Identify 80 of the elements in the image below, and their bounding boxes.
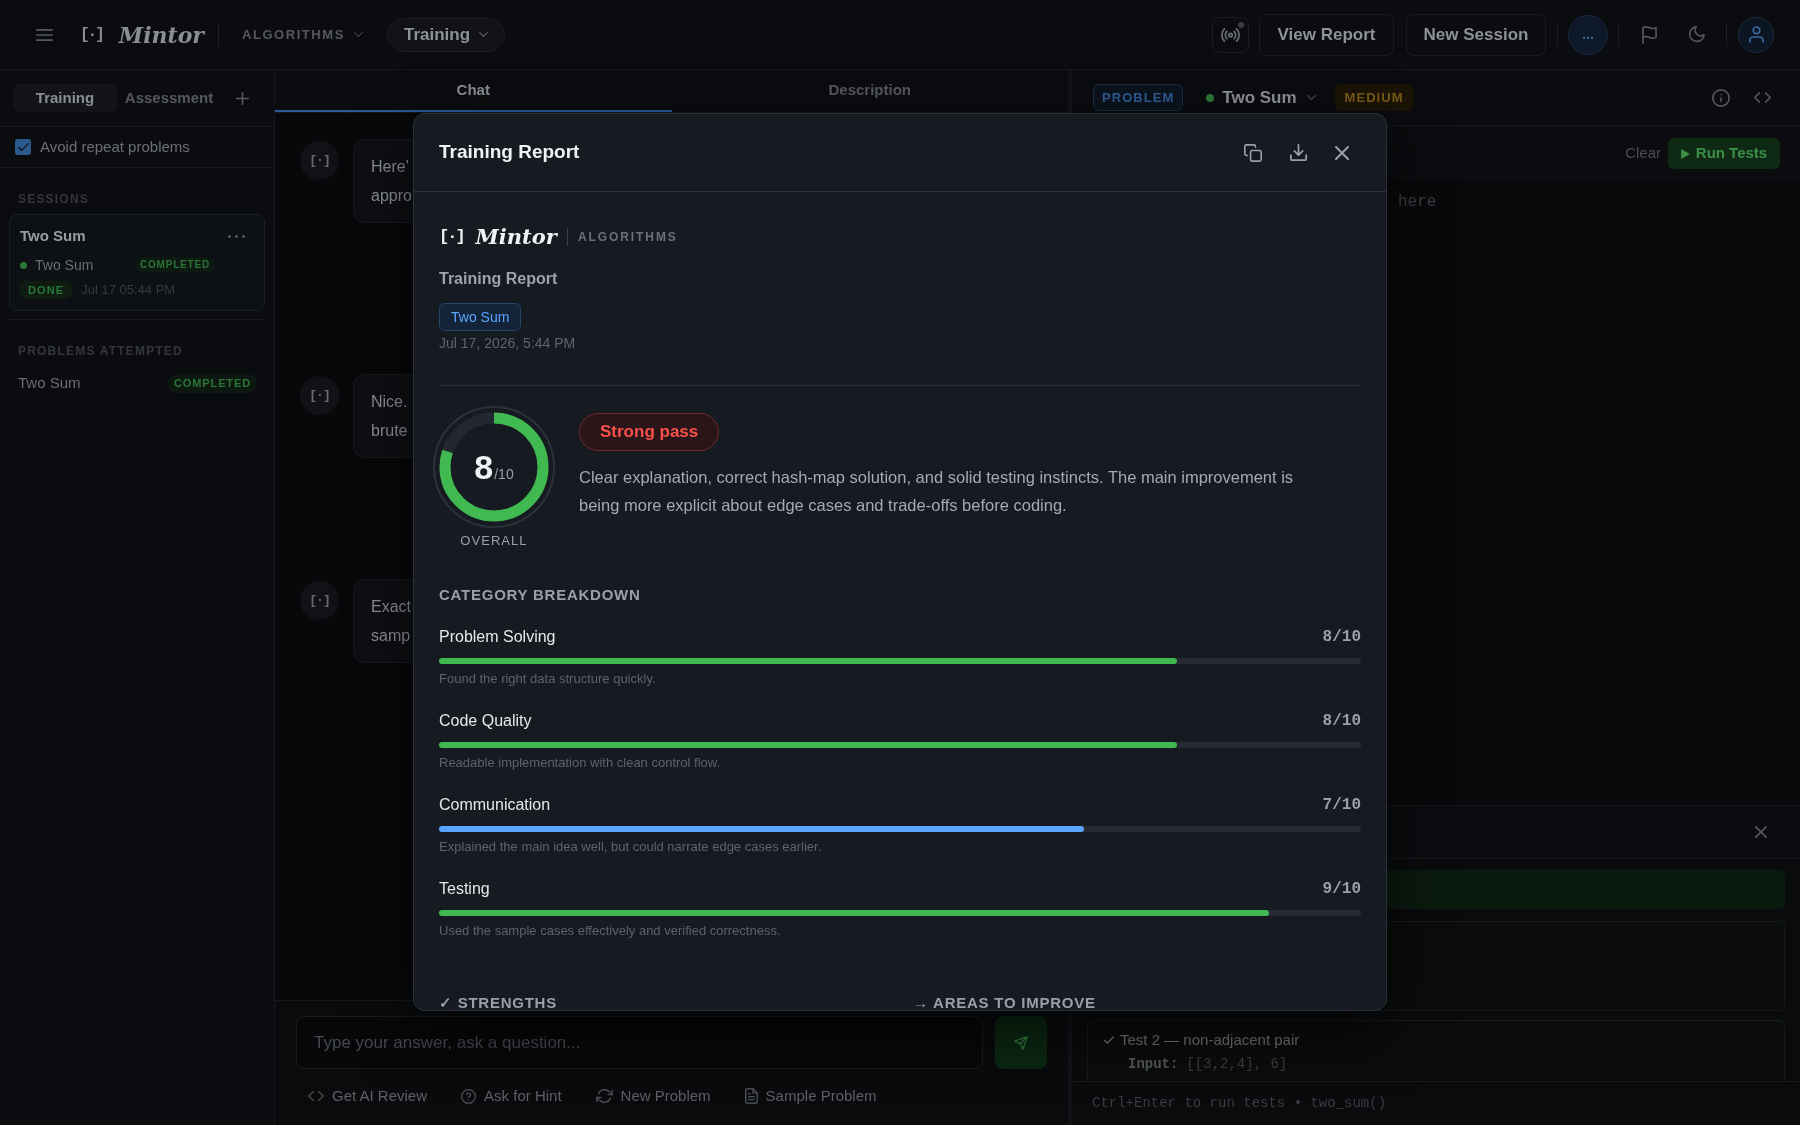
- category-name: Code Quality: [439, 711, 532, 731]
- status-badge: COMPLETED: [136, 257, 214, 273]
- menu-icon[interactable]: [36, 28, 53, 41]
- chat-tab[interactable]: Description: [671, 70, 1068, 112]
- category-score: 8/10: [1322, 711, 1361, 732]
- assistant-avatar: [·]: [300, 141, 339, 180]
- help-icon: [461, 1088, 477, 1104]
- category-score: 8/10: [1322, 627, 1361, 648]
- hint-button[interactable]: Ask for Hint: [461, 1085, 562, 1108]
- send-icon: [1014, 1035, 1028, 1050]
- sample-problem-button[interactable]: Sample Problem: [744, 1085, 877, 1108]
- track-dropdown[interactable]: ALGORITHMS: [241, 24, 363, 45]
- category-note: Found the right data structure quickly.: [439, 670, 657, 688]
- checkmark-icon: [17, 143, 29, 151]
- logo-wordmark: Mintor: [118, 20, 204, 49]
- more-icon[interactable]: [228, 234, 245, 238]
- refresh-icon: [595, 1089, 613, 1104]
- play-icon: [1680, 148, 1690, 159]
- logo-mark: [·]: [439, 226, 464, 249]
- new-problem-button[interactable]: New Problem: [595, 1085, 711, 1108]
- assistant-avatar: [·]: [300, 376, 339, 415]
- close-icon[interactable]: [1335, 145, 1349, 160]
- sidebar-tab[interactable]: Training: [13, 84, 117, 112]
- status-badge: COMPLETED: [168, 374, 257, 393]
- sidebar-tab[interactable]: Assessment: [117, 84, 221, 112]
- user-avatar-button[interactable]: [1738, 16, 1774, 53]
- category-note: Used the sample cases effectively and verified correctness.: [439, 922, 782, 940]
- status-badge: DONE: [20, 281, 73, 299]
- flag-icon[interactable]: [1642, 25, 1657, 44]
- info-icon[interactable]: [1712, 88, 1730, 107]
- dialog-title: Training Report: [439, 140, 580, 165]
- plus-icon[interactable]: [236, 91, 249, 105]
- track-label: ALGORITHMS: [577, 229, 678, 246]
- chevron-down-icon: [1306, 95, 1316, 100]
- download-icon[interactable]: [1290, 144, 1307, 161]
- problem-tag: Two Sum: [439, 303, 522, 331]
- session-title: Two Sum: [20, 225, 86, 246]
- checkbox-label: Avoid repeat problems: [40, 136, 190, 157]
- logo-wordmark: Mintor: [475, 223, 557, 251]
- run-tests-button[interactable]: Run Tests: [1668, 138, 1780, 169]
- section-heading: ✓ STRENGTHS: [439, 995, 558, 1010]
- mode-dropdown[interactable]: Training: [386, 17, 506, 52]
- code-icon[interactable]: [1754, 92, 1771, 103]
- problem-badge: PROBLEM: [1093, 84, 1184, 111]
- test-name: Test 2 — non-adjacent pair: [1120, 1029, 1300, 1050]
- new-session-button[interactable]: New Session: [1406, 13, 1546, 56]
- broadcast-button[interactable]: [1212, 16, 1249, 53]
- clear-button[interactable]: Clear: [1625, 142, 1661, 165]
- copy-icon[interactable]: [1244, 143, 1262, 162]
- session-problem: Two Sum: [35, 255, 95, 275]
- user-icon: [1748, 26, 1764, 43]
- view-report-button[interactable]: View Report: [1259, 13, 1394, 56]
- checkbox[interactable]: [15, 139, 31, 155]
- section-heading: → AREAS TO IMPROVE: [913, 995, 1097, 1010]
- overall-label: OVERALL: [460, 533, 528, 549]
- chevron-down-icon: [353, 32, 363, 37]
- category-name: Communication: [439, 795, 551, 815]
- section-heading: CATEGORY BREAKDOWN: [439, 585, 642, 605]
- chevron-down-icon: [479, 32, 489, 37]
- broadcast-icon: [1221, 27, 1240, 42]
- report-date: Jul 17, 2026, 5:44 PM: [439, 334, 577, 353]
- code-icon: [308, 1091, 324, 1102]
- problem-dropdown[interactable]: Two Sum: [1222, 84, 1316, 111]
- moon-icon[interactable]: [1688, 26, 1705, 43]
- input-label: Input:: [1128, 1055, 1179, 1073]
- difficulty-badge: MEDIUM: [1334, 84, 1414, 111]
- more-button[interactable]: ...: [1568, 14, 1608, 55]
- category-score: 9/10: [1322, 879, 1361, 900]
- report-subtitle: Training Report: [439, 269, 559, 289]
- category-note: Readable implementation with clean control flow.: [439, 754, 722, 772]
- ai-review-button[interactable]: Get AI Review: [308, 1085, 428, 1108]
- verdict-badge: Strong pass: [579, 413, 720, 451]
- category-name: Testing: [439, 879, 490, 899]
- category-note: Explained the main idea well, but could narrate edge cases earlier.: [439, 838, 823, 856]
- problem-name[interactable]: Two Sum: [18, 372, 81, 395]
- category-name: Problem Solving: [439, 627, 556, 647]
- document-icon: [744, 1088, 758, 1105]
- logo-mark: [·]: [80, 24, 103, 46]
- send-button[interactable]: [995, 1016, 1047, 1069]
- assistant-avatar: [·]: [300, 581, 339, 620]
